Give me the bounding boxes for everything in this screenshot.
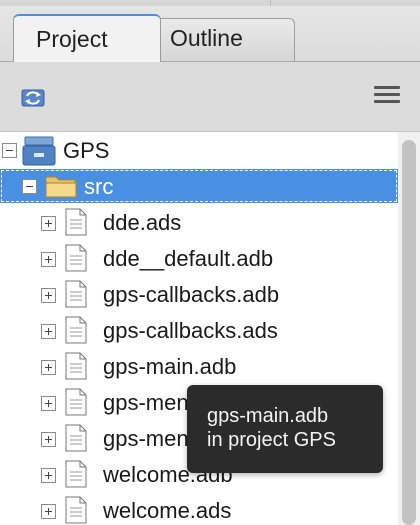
tree-row-project[interactable]: GPS — [0, 132, 400, 168]
scrollbar-thumb[interactable] — [402, 140, 416, 525]
tree-row-file[interactable]: gps-callbacks.adb — [0, 277, 400, 313]
expand-toggle[interactable] — [41, 432, 56, 447]
tab-strip: Outline Project — [0, 0, 420, 63]
hamburger-menu-icon — [374, 86, 400, 89]
tab-project[interactable]: Project — [13, 14, 161, 63]
expand-toggle[interactable] — [41, 216, 56, 231]
tree-row-file[interactable]: welcome.ads — [0, 493, 400, 525]
expand-toggle[interactable] — [41, 396, 56, 411]
file-icon — [65, 460, 87, 488]
file-tooltip: gps-main.adb in project GPS — [187, 385, 383, 473]
folder-label: src — [84, 174, 114, 199]
file-label: gps-callbacks.ads — [103, 318, 278, 343]
collapse-toggle[interactable] — [2, 143, 17, 158]
file-label: gps-callbacks.adb — [103, 282, 280, 307]
collapse-toggle[interactable] — [22, 179, 37, 194]
file-label: gps-men — [103, 426, 189, 451]
file-icon — [65, 424, 87, 452]
tree-row-file[interactable]: dde.ads — [0, 205, 400, 241]
expand-toggle[interactable] — [41, 288, 56, 303]
database-project-icon — [22, 136, 56, 166]
tooltip-filename: gps-main.adb — [207, 405, 329, 427]
expand-toggle[interactable] — [41, 468, 56, 483]
tab-outline-label: Outline — [170, 25, 243, 51]
top-separator — [270, 0, 271, 6]
file-icon — [65, 244, 87, 272]
file-icon — [65, 496, 87, 524]
tooltip-project: in project GPS — [207, 429, 336, 451]
file-icon — [65, 208, 87, 236]
expand-toggle[interactable] — [41, 252, 56, 267]
menu-button[interactable] — [374, 86, 400, 108]
expand-toggle[interactable] — [41, 360, 56, 375]
file-icon — [65, 352, 87, 380]
file-icon — [65, 388, 87, 416]
file-label: gps-main.adb — [103, 354, 237, 379]
project-toolbar — [0, 62, 420, 132]
file-label: gps-men — [103, 390, 189, 415]
file-label: dde.ads — [103, 210, 182, 235]
tree-row-folder[interactable]: src — [0, 169, 398, 203]
project-label: GPS — [63, 138, 110, 163]
file-icon — [65, 280, 87, 308]
tree-row-file[interactable]: gps-callbacks.ads — [0, 313, 400, 349]
tree-row-file[interactable]: dde__default.adb — [0, 241, 400, 277]
expand-toggle[interactable] — [41, 504, 56, 519]
file-label: welcome.ads — [103, 498, 232, 523]
tab-outline[interactable]: Outline — [153, 18, 295, 61]
tab-project-label: Project — [36, 26, 108, 52]
expand-toggle[interactable] — [41, 324, 56, 339]
file-icon — [65, 316, 87, 344]
sync-icon — [21, 89, 45, 107]
top-border — [0, 0, 420, 6]
sync-button[interactable] — [18, 84, 48, 112]
file-label: dde__default.adb — [103, 246, 274, 271]
folder-icon — [45, 176, 77, 198]
tree-row-file[interactable]: gps-main.adb — [0, 349, 400, 385]
